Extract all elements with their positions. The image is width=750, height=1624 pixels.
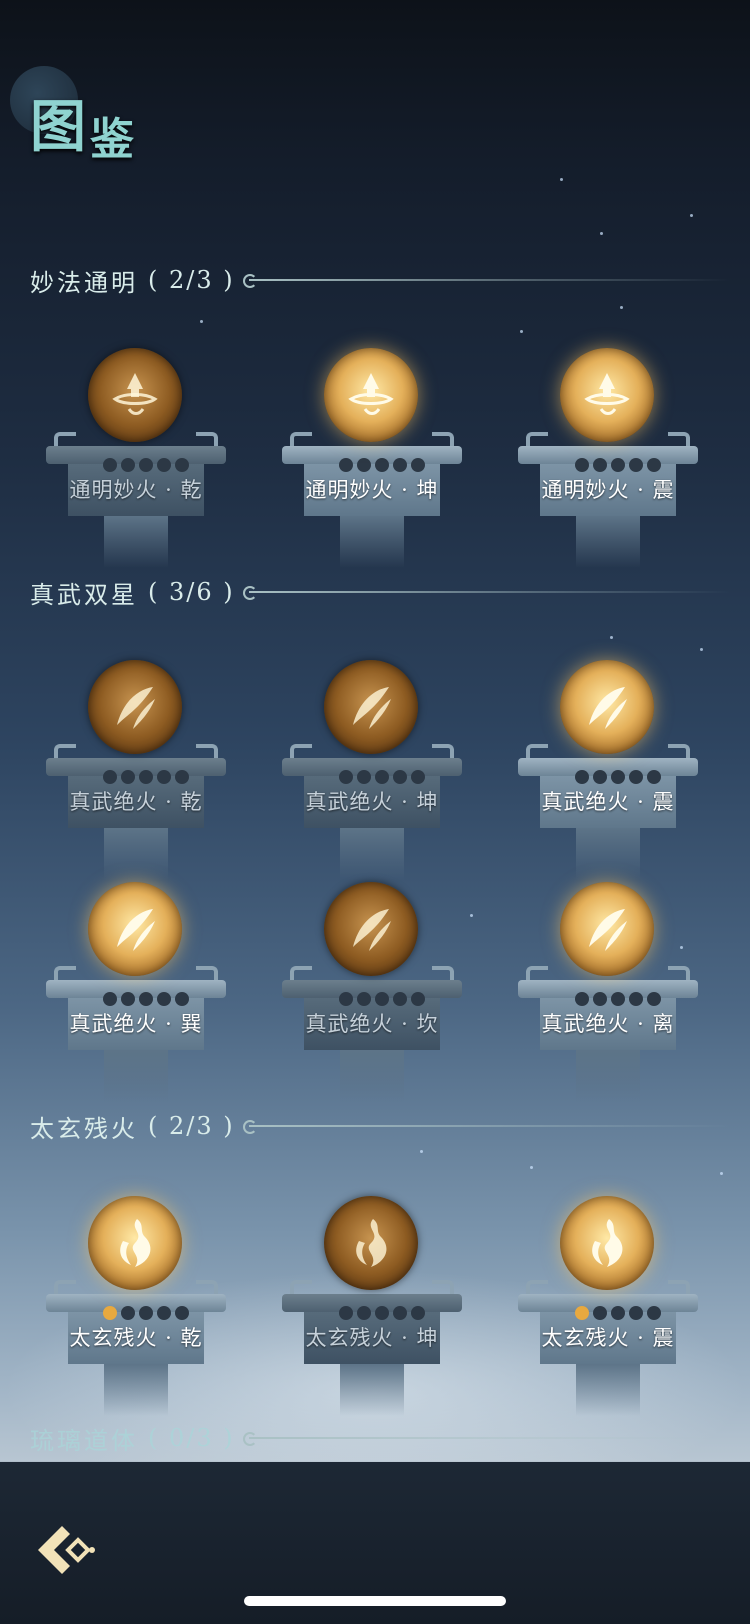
section-divider bbox=[242, 274, 730, 288]
section-name: 太玄残火 bbox=[30, 1114, 138, 1143]
blade-flame-icon bbox=[560, 660, 654, 754]
section-header-taixuan: 太玄残火 ( 2/3 ) bbox=[30, 1108, 730, 1144]
section-name: 琉璃道体 bbox=[30, 1426, 138, 1455]
collection-item[interactable]: 真武绝火 · 坤 bbox=[272, 660, 472, 880]
lotus-flame-icon bbox=[560, 348, 654, 442]
lotus-flame-icon bbox=[88, 348, 182, 442]
section-header-zhenwu: 真武双星 ( 3/6 ) bbox=[30, 574, 730, 610]
wisp-flame-icon bbox=[88, 1196, 182, 1290]
item-label: 通明妙火 · 震 bbox=[541, 478, 675, 502]
item-label: 太玄残火 · 乾 bbox=[69, 1326, 203, 1350]
page-title-char-2: 鉴 bbox=[90, 114, 138, 165]
item-label: 通明妙火 · 坤 bbox=[305, 478, 439, 502]
item-label: 真武绝火 · 坎 bbox=[305, 1012, 439, 1036]
page-title: 图鉴 bbox=[10, 66, 230, 165]
back-button[interactable] bbox=[34, 1522, 98, 1578]
blade-flame-icon bbox=[88, 660, 182, 754]
item-label: 真武绝火 · 巽 bbox=[69, 1012, 203, 1036]
back-arrow-icon bbox=[38, 1526, 95, 1574]
collection-item[interactable]: 真武绝火 · 巽 bbox=[36, 882, 236, 1102]
collection-item[interactable]: 真武绝火 · 坎 bbox=[272, 882, 472, 1102]
item-label: 真武绝火 · 离 bbox=[541, 1012, 675, 1036]
section-count: ( 2/3 ) bbox=[148, 1112, 235, 1140]
blade-flame-icon bbox=[324, 660, 418, 754]
collection-item[interactable]: 太玄残火 · 坤 bbox=[272, 1196, 472, 1416]
section-header-liuli: 琉璃道体 ( 0/3 ) bbox=[30, 1420, 730, 1456]
collection-item[interactable]: 太玄残火 · 震 bbox=[508, 1196, 708, 1416]
section-count: ( 0/3 ) bbox=[148, 1424, 235, 1452]
collection-item[interactable]: 真武绝火 · 乾 bbox=[36, 660, 236, 880]
section-name: 妙法通明 bbox=[30, 268, 138, 297]
blade-flame-icon bbox=[560, 882, 654, 976]
collection-item[interactable]: 太玄残火 · 乾 bbox=[36, 1196, 236, 1416]
item-label: 太玄残火 · 震 bbox=[541, 1326, 675, 1350]
collection-item[interactable]: 真武绝火 · 离 bbox=[508, 882, 708, 1102]
item-label: 真武绝火 · 坤 bbox=[305, 790, 439, 814]
item-label: 真武绝火 · 震 bbox=[541, 790, 675, 814]
section-divider bbox=[242, 1432, 730, 1446]
section-divider bbox=[242, 586, 730, 600]
home-indicator[interactable] bbox=[244, 1596, 506, 1606]
lotus-flame-icon bbox=[324, 348, 418, 442]
wisp-flame-icon bbox=[560, 1196, 654, 1290]
blade-flame-icon bbox=[324, 882, 418, 976]
section-name: 真武双星 bbox=[30, 580, 138, 609]
section-divider bbox=[242, 1120, 730, 1134]
section-count: ( 3/6 ) bbox=[148, 578, 235, 606]
collection-item[interactable]: 通明妙火 · 震 bbox=[508, 348, 708, 568]
section-header-miaofa: 妙法通明 ( 2/3 ) bbox=[30, 262, 730, 298]
collection-item[interactable]: 通明妙火 · 坤 bbox=[272, 348, 472, 568]
blade-flame-icon bbox=[88, 882, 182, 976]
item-label: 太玄残火 · 坤 bbox=[305, 1326, 439, 1350]
collection-item[interactable]: 真武绝火 · 震 bbox=[508, 660, 708, 880]
wisp-flame-icon bbox=[324, 1196, 418, 1290]
collection-item[interactable]: 通明妙火 · 乾 bbox=[36, 348, 236, 568]
section-count: ( 2/3 ) bbox=[148, 266, 235, 294]
item-label: 通明妙火 · 乾 bbox=[69, 478, 203, 502]
page-title-char-1: 图 bbox=[30, 94, 90, 160]
item-label: 真武绝火 · 乾 bbox=[69, 790, 203, 814]
